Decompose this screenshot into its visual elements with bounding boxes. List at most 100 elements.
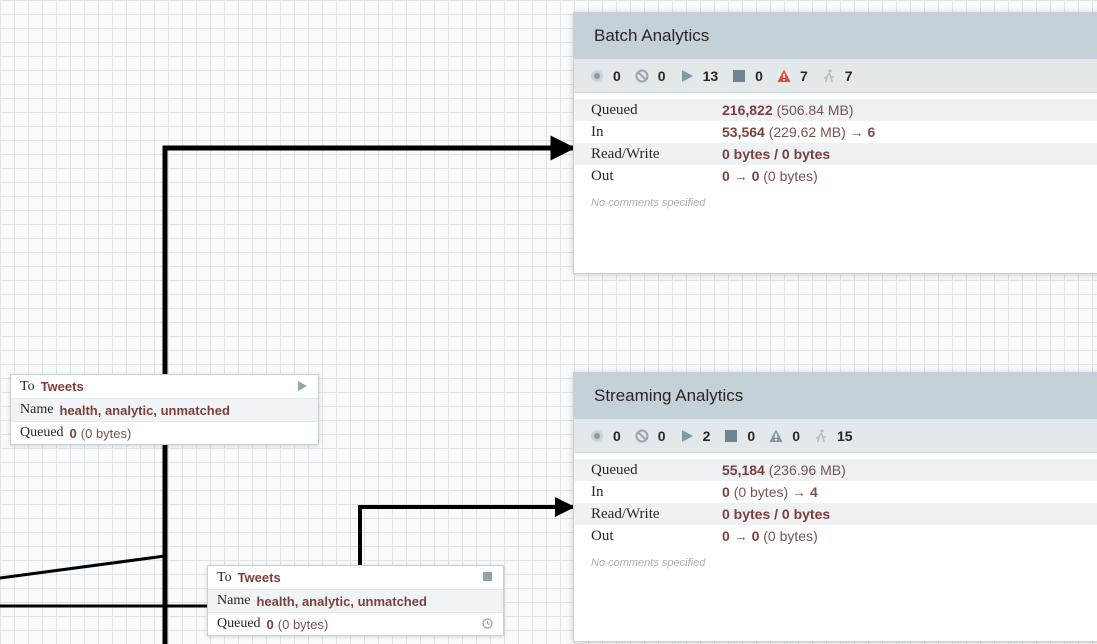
invalid-count: 7 — [799, 67, 808, 84]
stopped-count: 0 — [755, 67, 763, 84]
out-value: 0 — [751, 168, 760, 184]
connection-destination-row: To Tweets — [11, 375, 318, 398]
name-label: Name — [217, 593, 251, 608]
name-label: Name — [20, 402, 54, 417]
transmitting-icon — [590, 69, 604, 83]
connection-destination-row: To Tweets — [208, 566, 503, 589]
out-detail: (0 bytes) — [763, 528, 818, 544]
disabled-count: 7 — [844, 67, 853, 84]
destination-value: Tweets — [40, 379, 84, 394]
queued-detail: (506.84 MB) — [776, 102, 854, 118]
not-transmitting-icon — [635, 69, 649, 83]
connection-label-upper[interactable]: To Tweets Name health, analytic, unmatch… — [10, 374, 319, 445]
in-row: In 0 (0 bytes) → 4 — [574, 481, 1097, 503]
in-detail: (0 bytes) — [733, 484, 789, 500]
in-ports: 4 — [809, 484, 818, 500]
flow-canvas[interactable]: Batch Analytics 0 0 13 0 7 7 Queued 216,… — [0, 0, 1097, 644]
in-value: 0 — [722, 484, 730, 500]
connection-name-row: Name health, analytic, unmatched — [208, 589, 503, 612]
arrow-glyph: → — [792, 484, 807, 500]
process-group-name: Streaming Analytics — [594, 386, 744, 405]
read-write-value: 0 bytes / 0 bytes — [722, 506, 831, 522]
out-detail: (0 bytes) — [763, 168, 818, 184]
disabled-count: 15 — [836, 427, 853, 444]
queued-value: 0 — [69, 425, 77, 441]
out-row: Out 0 → 0 (0 bytes) — [574, 525, 1097, 547]
queued-label: Queued — [591, 461, 638, 478]
connection-name-row: Name health, analytic, unmatched — [11, 398, 318, 421]
running-count: 2 — [702, 427, 711, 444]
name-value: health, analytic, unmatched — [59, 402, 230, 418]
name-value: health, analytic, unmatched — [256, 593, 427, 609]
queued-row: Queued 216,822 (506.84 MB) — [574, 99, 1097, 121]
invalid-count: 0 — [792, 427, 800, 444]
out-value: 0 — [751, 528, 760, 544]
transmitting-icon — [590, 429, 604, 443]
process-group-batch-analytics[interactable]: Batch Analytics 0 0 13 0 7 7 Queued 216,… — [573, 12, 1097, 274]
process-group-stats: 0 0 13 0 7 7 — [574, 59, 1097, 93]
queued-value: 55,184 — [722, 462, 765, 478]
read-write-label: Read/Write — [591, 505, 660, 522]
connection-line-streaming[interactable] — [358, 497, 575, 571]
read-write-row: Read/Write 0 bytes / 0 bytes — [574, 503, 1097, 525]
in-row: In 53,564 (229.62 MB) → 6 — [574, 121, 1097, 143]
process-group-title[interactable]: Batch Analytics — [574, 13, 1097, 59]
clock-icon — [482, 618, 493, 634]
running-icon — [680, 69, 694, 83]
running-icon — [680, 429, 694, 443]
read-write-row: Read/Write 0 bytes / 0 bytes — [574, 143, 1097, 165]
queued-row: Queued 55,184 (236.96 MB) — [574, 459, 1097, 481]
queued-label: Queued — [591, 101, 638, 118]
stop-icon — [482, 571, 493, 587]
arrow-glyph: → — [849, 124, 864, 140]
stopped-icon — [732, 69, 746, 83]
in-detail: (229.62 MB) — [768, 124, 846, 140]
comments-text: No comments specified — [591, 197, 706, 209]
in-ports: 6 — [867, 124, 876, 140]
queued-label: Queued — [20, 425, 64, 440]
destination-label: To — [20, 378, 35, 394]
process-group-title[interactable]: Streaming Analytics — [574, 373, 1097, 419]
disabled-icon — [822, 68, 836, 83]
connection-queued-row: Queued 0 (0 bytes) — [208, 612, 503, 635]
queued-value: 0 — [266, 616, 274, 632]
in-value: 53,564 — [722, 124, 765, 140]
queued-detail: (236.96 MB) — [768, 462, 846, 478]
connection-queued-row: Queued 0 (0 bytes) — [11, 421, 318, 444]
invalid-warning-icon — [769, 429, 783, 443]
connection-label-lower[interactable]: To Tweets Name health, analytic, unmatch… — [207, 565, 504, 636]
process-group-details: Queued 216,822 (506.84 MB) In 53,564 (22… — [574, 93, 1097, 209]
disabled-icon — [814, 428, 828, 443]
invalid-warning-icon — [777, 69, 791, 83]
out-ports: 0 — [722, 168, 730, 184]
out-label: Out — [591, 167, 614, 184]
process-group-stats: 0 0 2 0 0 15 — [574, 419, 1097, 453]
read-write-value: 0 bytes / 0 bytes — [722, 146, 831, 162]
transmitting-count: 0 — [613, 427, 621, 444]
connection-line-left-upper[interactable] — [0, 554, 166, 580]
destination-value: Tweets — [237, 570, 281, 585]
arrow-glyph: → — [733, 168, 748, 184]
process-group-streaming-analytics[interactable]: Streaming Analytics 0 0 2 0 0 15 Queued … — [573, 372, 1097, 642]
queued-detail: (0 bytes) — [277, 616, 329, 632]
comments-text: No comments specified — [591, 557, 706, 569]
out-ports: 0 — [722, 528, 730, 544]
not-transmitting-icon — [635, 429, 649, 443]
destination-label: To — [217, 569, 232, 585]
queued-detail: (0 bytes) — [80, 425, 132, 441]
queued-value: 216,822 — [722, 102, 773, 118]
in-label: In — [591, 483, 604, 500]
play-icon — [297, 380, 308, 397]
out-label: Out — [591, 527, 614, 544]
process-group-name: Batch Analytics — [594, 26, 710, 45]
not-transmitting-count: 0 — [657, 427, 666, 444]
queued-label: Queued — [217, 616, 261, 631]
process-group-details: Queued 55,184 (236.96 MB) In 0 (0 bytes)… — [574, 453, 1097, 569]
in-label: In — [591, 123, 604, 140]
transmitting-count: 0 — [613, 67, 621, 84]
stopped-count: 0 — [747, 427, 756, 444]
not-transmitting-count: 0 — [657, 67, 666, 84]
read-write-label: Read/Write — [591, 145, 660, 162]
arrow-glyph: → — [733, 528, 748, 544]
running-count: 13 — [702, 67, 719, 84]
